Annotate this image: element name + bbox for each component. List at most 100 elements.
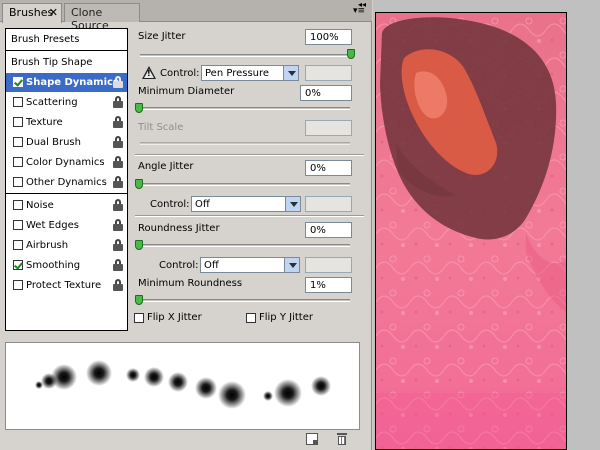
min-diameter-thumb[interactable] bbox=[135, 103, 143, 113]
roundness-jitter-thumb[interactable] bbox=[135, 240, 143, 250]
roundness-jitter-slider[interactable] bbox=[140, 244, 350, 247]
flip-x-checkbox[interactable] bbox=[134, 313, 144, 323]
texture-checkbox[interactable] bbox=[13, 117, 23, 127]
new-brush-icon[interactable] bbox=[306, 433, 318, 445]
tab-clone-source[interactable]: Clone Source bbox=[64, 3, 140, 32]
roundness-control-select[interactable]: Off bbox=[200, 257, 300, 273]
size-control-value: Pen Pressure bbox=[205, 68, 270, 79]
min-diameter-slider[interactable] bbox=[140, 107, 350, 110]
option-dual-brush[interactable]: Dual Brush bbox=[6, 133, 127, 152]
brush-presets-button[interactable]: Brush Presets bbox=[6, 29, 127, 51]
tilt-scale-slider bbox=[140, 142, 350, 145]
close-icon[interactable]: ✕ bbox=[49, 6, 58, 19]
roundness-control-label: Control: bbox=[159, 260, 199, 271]
size-control-fade-input bbox=[305, 65, 352, 81]
lock-icon[interactable] bbox=[112, 116, 124, 128]
document-canvas-area bbox=[373, 0, 600, 450]
tab-brushes[interactable]: Brushes ✕ bbox=[2, 3, 62, 23]
shape-dynamics-label: Shape Dynamics bbox=[26, 77, 119, 88]
protect-texture-checkbox[interactable] bbox=[13, 280, 23, 290]
min-roundness-slider[interactable] bbox=[140, 299, 350, 302]
texture-label: Texture bbox=[26, 117, 63, 128]
size-jitter-slider[interactable] bbox=[140, 54, 354, 57]
option-scattering[interactable]: Scattering bbox=[6, 93, 127, 112]
angle-jitter-input[interactable]: 0% bbox=[305, 160, 352, 176]
lock-icon[interactable] bbox=[112, 279, 124, 291]
option-smoothing[interactable]: Smoothing bbox=[6, 256, 127, 275]
lock-icon[interactable] bbox=[112, 156, 124, 168]
angle-control-label: Control: bbox=[150, 199, 190, 210]
roundness-control-fade-input bbox=[305, 257, 352, 273]
roundness-jitter-input[interactable]: 0% bbox=[305, 222, 352, 238]
noise-label: Noise bbox=[26, 200, 54, 211]
option-protect-texture[interactable]: Protect Texture bbox=[6, 276, 127, 295]
other-dynamics-checkbox[interactable] bbox=[13, 177, 23, 187]
size-control-select[interactable]: Pen Pressure bbox=[201, 65, 299, 81]
flip-y-checkbox[interactable] bbox=[246, 313, 256, 323]
brush-stroke-preview bbox=[5, 342, 360, 430]
wet-edges-checkbox[interactable] bbox=[13, 220, 23, 230]
angle-jitter-slider[interactable] bbox=[140, 183, 350, 186]
smoothing-label: Smoothing bbox=[26, 260, 81, 271]
tilt-scale-input bbox=[305, 120, 352, 136]
lock-icon[interactable] bbox=[112, 136, 124, 148]
angle-control-fade-input bbox=[305, 196, 352, 212]
lock-icon[interactable] bbox=[112, 76, 124, 88]
min-roundness-input[interactable]: 1% bbox=[305, 277, 352, 293]
flip-y-label: Flip Y Jitter bbox=[259, 312, 313, 323]
size-control-label: Control: bbox=[160, 68, 200, 79]
separator bbox=[135, 154, 364, 156]
option-noise[interactable]: Noise bbox=[6, 196, 127, 215]
option-brush-tip-shape[interactable]: Brush Tip Shape bbox=[6, 53, 127, 72]
size-jitter-label: Size Jitter bbox=[138, 31, 186, 42]
min-roundness-label: Minimum Roundness bbox=[138, 278, 243, 289]
angle-jitter-thumb[interactable] bbox=[135, 179, 143, 189]
chevron-down-icon[interactable] bbox=[285, 197, 300, 211]
color-dynamics-checkbox[interactable] bbox=[13, 157, 23, 167]
smoothing-checkbox[interactable] bbox=[13, 260, 23, 270]
option-shape-dynamics[interactable]: Shape Dynamics bbox=[6, 73, 127, 92]
wet-edges-label: Wet Edges bbox=[26, 220, 79, 231]
option-other-dynamics[interactable]: Other Dynamics bbox=[6, 173, 127, 192]
dual-brush-checkbox[interactable] bbox=[13, 137, 23, 147]
lock-icon[interactable] bbox=[112, 239, 124, 251]
airbrush-checkbox[interactable] bbox=[13, 240, 23, 250]
canvas-scroll-area bbox=[570, 0, 600, 450]
roundness-control-value: Off bbox=[204, 260, 219, 271]
option-wet-edges[interactable]: Wet Edges bbox=[6, 216, 127, 235]
option-texture[interactable]: Texture bbox=[6, 113, 127, 132]
list-separator bbox=[6, 193, 127, 194]
angle-control-select[interactable]: Off bbox=[191, 196, 301, 212]
tilt-scale-label: Tilt Scale bbox=[138, 122, 184, 133]
lock-icon[interactable] bbox=[112, 199, 124, 211]
airbrush-label: Airbrush bbox=[26, 240, 69, 251]
protect-texture-label: Protect Texture bbox=[26, 280, 102, 291]
stroke-preview-graphic bbox=[35, 360, 331, 409]
chevron-down-icon[interactable] bbox=[283, 66, 298, 80]
trash-icon[interactable] bbox=[336, 433, 348, 445]
flip-x-label: Flip X Jitter bbox=[147, 312, 202, 323]
size-jitter-input[interactable]: 100% bbox=[305, 29, 352, 45]
min-diameter-label: Minimum Diameter bbox=[138, 86, 235, 97]
lock-icon[interactable] bbox=[112, 176, 124, 188]
pink-texture-artwork bbox=[376, 13, 566, 449]
dual-brush-label: Dual Brush bbox=[26, 137, 81, 148]
shape-dynamics-checkbox[interactable] bbox=[13, 77, 23, 87]
lock-icon[interactable] bbox=[112, 259, 124, 271]
angle-control-value: Off bbox=[195, 199, 210, 210]
panel-menu-icon[interactable]: ▾≡ bbox=[352, 6, 366, 18]
lock-icon[interactable] bbox=[112, 219, 124, 231]
option-airbrush[interactable]: Airbrush bbox=[6, 236, 127, 255]
chevron-down-icon[interactable] bbox=[284, 258, 299, 272]
brush-tip-shape-label: Brush Tip Shape bbox=[11, 57, 93, 68]
min-roundness-thumb[interactable] bbox=[135, 295, 143, 305]
min-diameter-input[interactable]: 0% bbox=[300, 85, 352, 101]
scattering-checkbox[interactable] bbox=[13, 97, 23, 107]
size-jitter-thumb[interactable] bbox=[347, 49, 355, 59]
document-image[interactable] bbox=[375, 12, 567, 450]
lock-icon[interactable] bbox=[112, 96, 124, 108]
option-color-dynamics[interactable]: Color Dynamics bbox=[6, 153, 127, 172]
brushes-panel: Brushes ✕ Clone Source ◂◂ ▾≡ Brush Prese… bbox=[0, 0, 372, 450]
angle-jitter-label: Angle Jitter bbox=[138, 161, 194, 172]
noise-checkbox[interactable] bbox=[13, 200, 23, 210]
